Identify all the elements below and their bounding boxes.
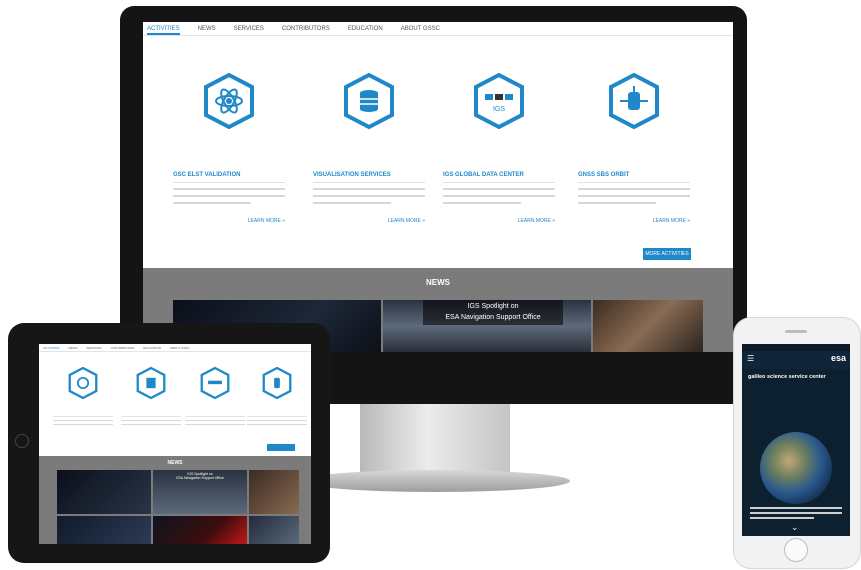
activity-card: VISUALISATION SERVICES LEARN MORE » (313, 72, 425, 224)
learn-more-link[interactable]: LEARN MORE » (578, 218, 690, 224)
activity-card: IGS IGS GLOBAL DATA CENTER LEARN MORE » (443, 72, 555, 224)
phone-home-button (784, 538, 808, 562)
card-text-line (185, 424, 245, 425)
news-caption-line: ESA Navigation Support Office (445, 314, 541, 321)
activity-card: GNSS SBS ORBIT LEARN MORE » (578, 72, 690, 224)
phone-status-bar (742, 344, 850, 351)
nav-item-contributors[interactable]: CONTRIBUTORS (282, 22, 330, 35)
card-text-line (578, 195, 690, 197)
hamburger-menu-icon[interactable]: ☰ (747, 355, 754, 363)
more-activities-button[interactable] (267, 444, 295, 451)
earth-image (760, 432, 832, 504)
card-text-line (121, 420, 181, 421)
nav-item-contributors[interactable]: CONTRIBUTORS (110, 344, 134, 351)
learn-more-link[interactable]: LEARN MORE » (313, 218, 425, 224)
nav-item-news[interactable]: NEWS (198, 22, 216, 35)
igs-icon-text: IGS (493, 106, 505, 113)
news-image[interactable] (249, 470, 299, 514)
nav-item-activities[interactable]: ACTIVITIES (147, 22, 180, 35)
card-text-line (313, 188, 425, 190)
card-text-line (443, 188, 555, 190)
card-text-line (313, 202, 392, 204)
atom-icon (203, 72, 255, 130)
card-title: VISUALISATION SERVICES (313, 172, 425, 183)
news-title: NEWS (426, 278, 450, 287)
card-title (247, 414, 307, 417)
card-title (53, 414, 113, 417)
phone-text-line (750, 512, 842, 514)
card-text-line (443, 202, 522, 204)
desktop-nav: ACTIVITIES NEWS SERVICES CONTRIBUTORS ED… (143, 22, 733, 36)
card-text-line (443, 195, 555, 197)
card-title (121, 414, 181, 417)
card-text-line (53, 420, 113, 421)
phone-screen: ☰ esa galileo science service center ⌄ (742, 344, 850, 536)
phone-text-line (750, 507, 842, 509)
more-activities-button[interactable]: MORE ACTIVITIES (643, 248, 691, 260)
learn-more-link[interactable]: LEARN MORE » (173, 218, 285, 224)
esa-logo[interactable]: esa (831, 353, 846, 363)
nav-item-about[interactable]: ABOUT GSSC (170, 344, 190, 351)
phone-text-line (750, 517, 815, 519)
card-text-line (53, 424, 113, 425)
news-image[interactable] (249, 516, 299, 544)
nav-item-education[interactable]: EDUCATION (143, 344, 160, 351)
satellite-icon (262, 366, 292, 400)
tablet-screen: ACTIVITIES NEWS SERVICES CONTRIBUTORS ED… (39, 344, 311, 544)
card-text-line (121, 424, 181, 425)
desktop-screen: ACTIVITIES NEWS SERVICES CONTRIBUTORS ED… (143, 22, 733, 352)
chevron-down-icon[interactable]: ⌄ (791, 522, 799, 533)
card-text-line (247, 420, 307, 421)
card-title: IGS GLOBAL DATA CENTER (443, 172, 555, 183)
news-caption[interactable]: IGS Spotlight on ESA Navigation Support … (423, 300, 563, 325)
igs-satellite-icon: IGS (473, 72, 525, 130)
activity-card: GSC ELST VALIDATION LEARN MORE » (173, 72, 285, 224)
news-caption-line: ESA Navigation Support Office (176, 476, 224, 480)
card-text-line (173, 202, 252, 204)
activity-card (247, 366, 307, 425)
news-image[interactable] (57, 516, 151, 544)
news-image[interactable]: IGS Spotlight on ESA Navigation Support … (153, 470, 247, 514)
news-caption-line: IGS Spotlight on (467, 303, 519, 310)
nav-item-about[interactable]: ABOUT GSSC (401, 22, 440, 35)
learn-more-link[interactable]: LEARN MORE » (443, 218, 555, 224)
nav-item-news[interactable]: NEWS (68, 344, 77, 351)
card-text-line (578, 188, 690, 190)
phone-speaker (785, 330, 807, 333)
card-text-line (173, 188, 285, 190)
database-icon (136, 366, 166, 400)
card-title (185, 414, 245, 417)
phone-heading: galileo science service center (748, 374, 826, 380)
igs-satellite-icon (200, 366, 230, 400)
monitor-stand (360, 404, 510, 476)
news-image[interactable] (593, 300, 703, 352)
card-text-line (173, 195, 285, 197)
activity-card (53, 366, 113, 425)
card-text-line (313, 195, 425, 197)
nav-item-services[interactable]: SERVICES (234, 22, 264, 35)
card-text-line (247, 424, 307, 425)
nav-item-activities[interactable]: ACTIVITIES (43, 344, 59, 351)
activity-card (121, 366, 181, 425)
monitor-base (300, 470, 570, 492)
phone-text-block (750, 504, 842, 519)
card-text-line (578, 202, 657, 204)
atom-icon (68, 366, 98, 400)
tablet-home-button (15, 434, 29, 448)
card-title: GSC ELST VALIDATION (173, 172, 285, 183)
activity-card (185, 366, 245, 425)
nav-item-services[interactable]: SERVICES (86, 344, 101, 351)
satellite-icon (608, 72, 660, 130)
database-icon (343, 72, 395, 130)
news-title: NEWS (167, 460, 183, 466)
news-image[interactable] (57, 470, 151, 514)
news-image[interactable] (153, 516, 247, 544)
nav-item-education[interactable]: EDUCATION (348, 22, 383, 35)
tablet-nav: ACTIVITIES NEWS SERVICES CONTRIBUTORS ED… (39, 344, 311, 352)
card-text-line (185, 420, 245, 421)
card-title: GNSS SBS ORBIT (578, 172, 690, 183)
